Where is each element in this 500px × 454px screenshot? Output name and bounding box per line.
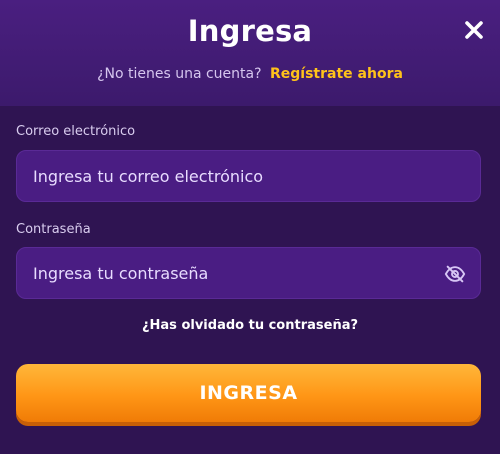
modal-header: Ingresa ¿No tienes una cuenta? Regístrat…: [0, 0, 500, 106]
signup-link[interactable]: Regístrate ahora: [270, 66, 403, 82]
email-field[interactable]: [17, 151, 480, 201]
forgot-password-link[interactable]: ¿Has olvidado tu contraseña?: [0, 318, 500, 333]
password-field[interactable]: [17, 248, 480, 298]
password-label: Contraseña: [16, 222, 91, 237]
email-label: Correo electrónico: [16, 124, 136, 139]
signup-prompt: ¿No tienes una cuenta? Regístrate ahora: [0, 66, 500, 82]
login-button[interactable]: INGRESA: [16, 364, 481, 422]
modal-title: Ingresa: [187, 14, 313, 48]
password-field-container: [16, 247, 481, 299]
close-icon[interactable]: [462, 18, 486, 42]
login-modal: Ingresa ¿No tienes una cuenta? Regístrat…: [0, 0, 500, 454]
eye-off-icon[interactable]: [444, 263, 466, 285]
signup-prompt-text: ¿No tienes una cuenta?: [97, 66, 262, 82]
email-field-container: [16, 150, 481, 202]
